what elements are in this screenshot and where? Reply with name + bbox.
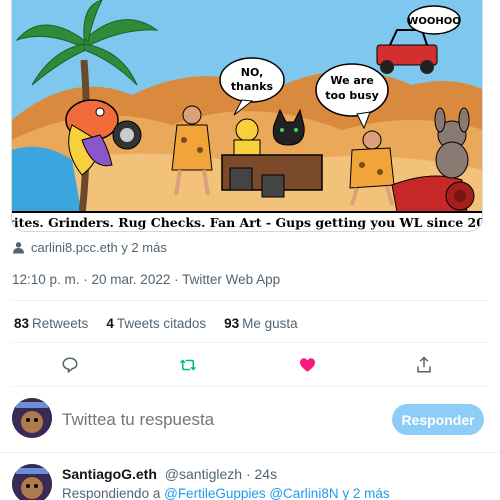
- person-icon: [13, 242, 24, 254]
- tweet-timestamp[interactable]: 12:10 p. m. · 20 mar. 2022 · Twitter Web…: [12, 272, 280, 287]
- svg-text:too busy: too busy: [325, 89, 379, 102]
- tweet-stats: 83 Retweets 4 Tweets citados 93 Me gusta: [14, 316, 298, 331]
- replying-to-label: Respondiendo a: [62, 486, 161, 500]
- svg-text:WOOHOO: WOOHOO: [407, 16, 460, 27]
- reply-author-name[interactable]: SantiagoG.eth: [62, 466, 157, 482]
- red-rug: [391, 175, 475, 213]
- tweet-actions: [0, 352, 500, 380]
- media-caption: Invites. Grinders. Rug Checks. Fan Art -…: [12, 211, 482, 231]
- like-button[interactable]: [296, 354, 318, 376]
- divider: [12, 300, 488, 301]
- share-icon: [417, 356, 431, 373]
- svg-text:thanks: thanks: [231, 80, 274, 93]
- likes-stat[interactable]: 93 Me gusta: [224, 316, 298, 331]
- retweets-stat[interactable]: 83 Retweets: [14, 316, 88, 331]
- user-avatar-image: [12, 464, 52, 500]
- divider: [12, 386, 488, 387]
- avatar[interactable]: [12, 398, 52, 438]
- reply-icon: [62, 357, 78, 374]
- tweet-media-image[interactable]: NO, thanks We are too busy WOOHOO Invite…: [11, 0, 483, 232]
- divider: [12, 342, 488, 343]
- retweet-button[interactable]: [177, 354, 199, 376]
- replying-to: Respondiendo a @FertileGuppies @Carlini8…: [62, 486, 390, 500]
- avatar[interactable]: [12, 464, 52, 500]
- quotes-stat[interactable]: 4 Tweets citados: [106, 316, 206, 331]
- reply-author-handle[interactable]: @santiglezh · 24s: [165, 466, 277, 482]
- user-avatar-image: [12, 398, 52, 438]
- reply-input[interactable]: [62, 410, 362, 430]
- tagged-people[interactable]: carlini8.pcc.eth y 2 más: [12, 240, 167, 255]
- bubble-woohoo: WOOHOO: [407, 5, 461, 35]
- reply-button[interactable]: [59, 354, 81, 376]
- svg-text:NO,: NO,: [241, 66, 264, 79]
- like-icon: [299, 358, 315, 372]
- share-button[interactable]: [413, 354, 435, 376]
- retweet-icon: [179, 359, 197, 371]
- reply-submit-button[interactable]: Responder: [392, 404, 484, 435]
- replying-to-mentions[interactable]: @FertileGuppies @Carlini8N y 2 más: [164, 486, 389, 500]
- divider: [0, 452, 500, 453]
- tagged-people-label: carlini8.pcc.eth y 2 más: [31, 240, 167, 255]
- cartoon-illustration: NO, thanks We are too busy WOOHOO: [12, 0, 482, 231]
- reply-header: SantiagoG.eth @santiglezh · 24s: [62, 466, 277, 482]
- reply-composer: Responder: [0, 398, 500, 444]
- reply-tweet[interactable]: SantiagoG.eth @santiglezh · 24s Respondi…: [0, 460, 500, 500]
- svg-text:We are: We are: [330, 74, 373, 87]
